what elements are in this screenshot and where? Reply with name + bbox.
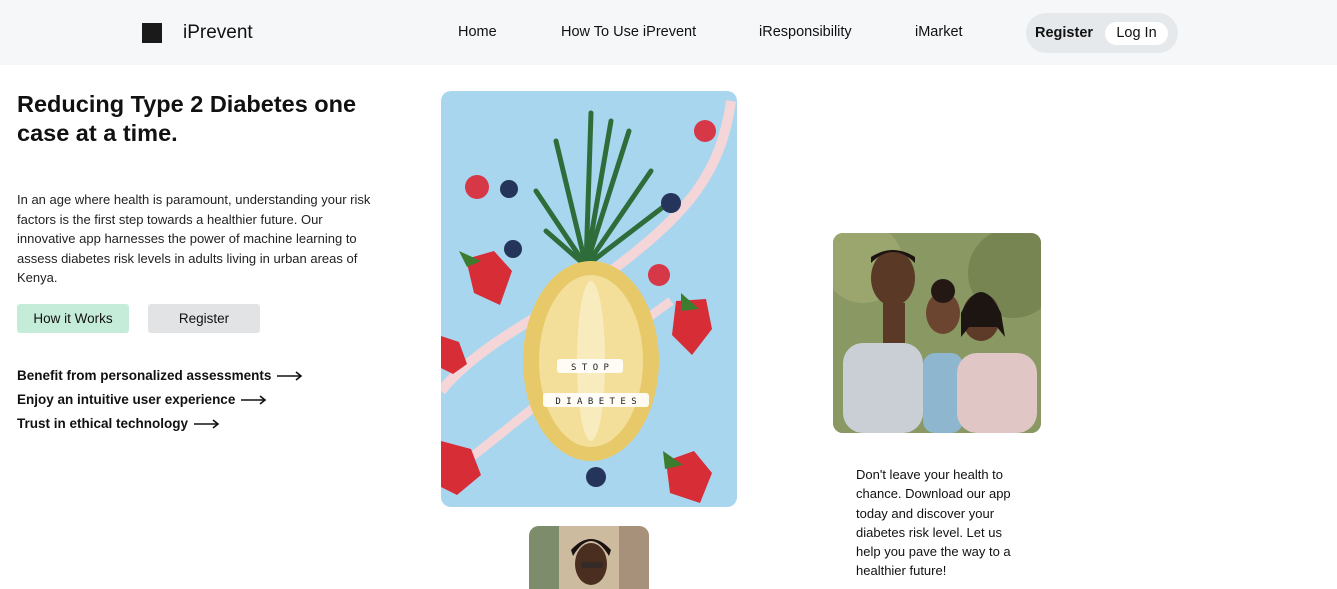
cta-text: Don't leave your health to chance. Downl… xyxy=(856,467,1011,579)
benefit-item[interactable]: Benefit from personalized assessments xyxy=(17,368,303,383)
nav-link-iresponsibility[interactable]: iResponsibility xyxy=(759,24,852,40)
woman-photo xyxy=(529,526,649,589)
benefit-label: Trust in ethical technology xyxy=(17,416,189,431)
hero-title: Reducing Type 2 Diabetes one case at a t… xyxy=(17,91,357,146)
nav-link-imarket[interactable]: iMarket xyxy=(915,24,963,40)
pineapple-illustration: S T O P D I A B E T E S xyxy=(441,100,736,503)
nav-link-how-to-use[interactable]: How To Use iPrevent xyxy=(561,24,696,40)
login-button[interactable]: Log In xyxy=(1105,22,1168,45)
arrow-right-icon xyxy=(241,394,267,405)
family-photo xyxy=(833,233,1041,433)
nav-register-link[interactable]: Register xyxy=(1035,25,1093,41)
logo-icon[interactable] xyxy=(142,23,162,43)
arrow-right-icon xyxy=(194,418,220,429)
family-illustration xyxy=(833,233,1041,433)
how-it-works-button[interactable]: How it Works xyxy=(17,304,129,333)
hero-description: In an age where health is paramount, und… xyxy=(17,192,371,285)
woman-illustration xyxy=(529,526,649,589)
bead-letters-top: S T O P xyxy=(571,363,610,373)
nav-link-home[interactable]: Home xyxy=(458,24,497,40)
top-navbar: iPrevent Home How To Use iPrevent iRespo… xyxy=(0,0,1337,65)
brand-name[interactable]: iPrevent xyxy=(183,22,253,44)
benefit-label: Enjoy an intuitive user experience xyxy=(17,392,236,407)
benefit-item[interactable]: Enjoy an intuitive user experience xyxy=(17,392,267,407)
register-button[interactable]: Register xyxy=(148,304,260,333)
pineapple-photo: S T O P D I A B E T E S xyxy=(441,91,737,507)
benefit-label: Benefit from personalized assessments xyxy=(17,368,272,383)
arrow-right-icon xyxy=(277,370,303,381)
benefit-item[interactable]: Trust in ethical technology xyxy=(17,416,220,431)
auth-pill: Register Log In xyxy=(1026,13,1178,53)
bead-letters-bottom: D I A B E T E S xyxy=(555,397,636,407)
